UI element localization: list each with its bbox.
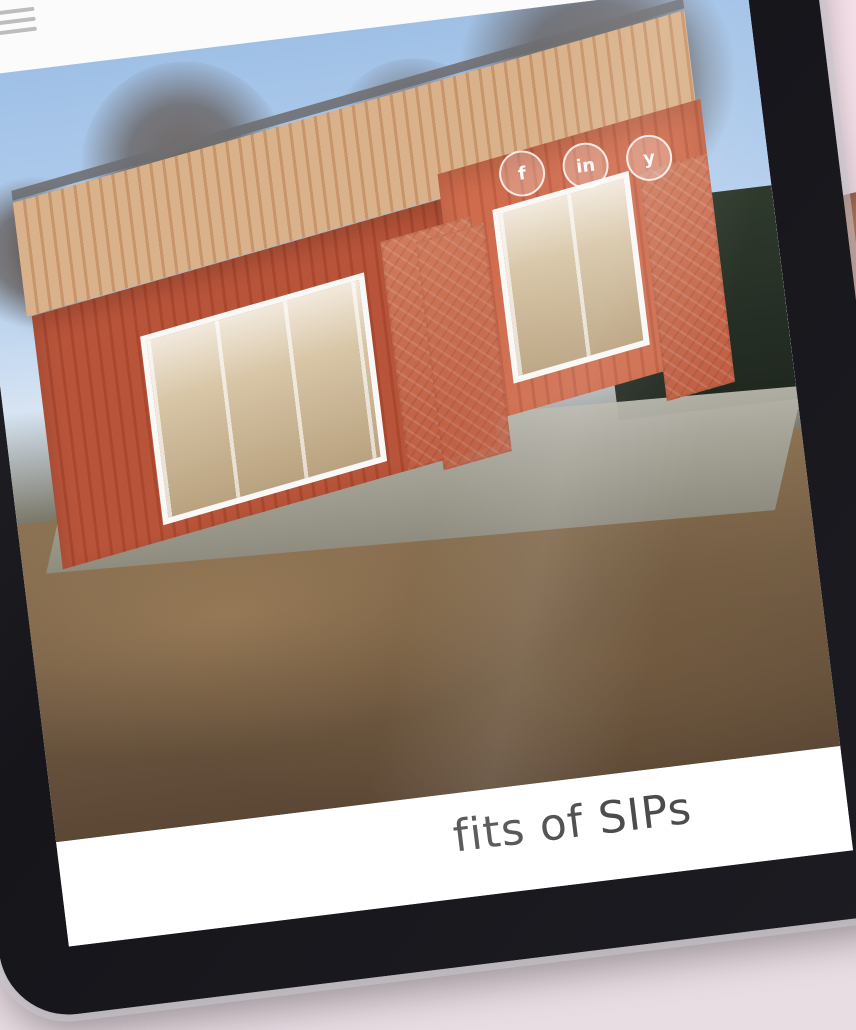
- menu-bar: [0, 16, 36, 26]
- phone-screen: f in y fits of SIPs: [0, 0, 854, 947]
- twitter-icon[interactable]: y: [623, 132, 675, 184]
- linkedin-icon[interactable]: in: [559, 140, 612, 192]
- menu-bar: [0, 26, 38, 36]
- hero-image: f in y: [0, 0, 841, 843]
- smartphone: f in y fits of SIPs: [0, 0, 856, 1030]
- caption-heading: fits of SIPs: [450, 782, 695, 863]
- facebook-icon[interactable]: f: [496, 147, 548, 200]
- menu-bar: [0, 6, 35, 16]
- hamburger-menu-icon[interactable]: [0, 1, 38, 39]
